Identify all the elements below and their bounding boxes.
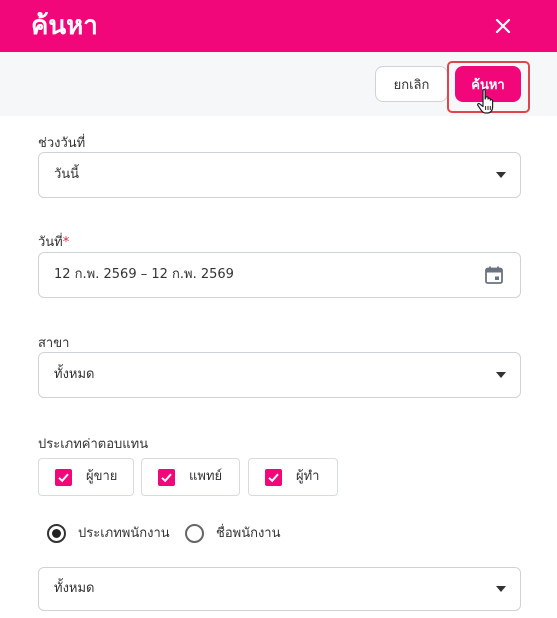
branch-label: สาขา bbox=[38, 336, 70, 351]
employee-select[interactable]: ทั้งหมด bbox=[38, 567, 521, 611]
chevron-down-icon bbox=[496, 172, 506, 178]
checkbox-label: ผู้ขาย bbox=[86, 469, 118, 484]
date-label: วันที่* bbox=[38, 231, 69, 252]
checkbox-checked[interactable] bbox=[55, 469, 72, 486]
checkbox-doctor[interactable]: แพทย์ bbox=[141, 458, 240, 496]
branch-value: ทั้งหมด bbox=[54, 367, 95, 382]
checkbox-checked[interactable] bbox=[158, 469, 175, 486]
action-toolbar: ยกเลิก ค้นหา bbox=[0, 52, 557, 116]
date-range-picker[interactable]: 12 ก.พ. 2569 – 12 ก.พ. 2569 bbox=[38, 252, 521, 298]
check-icon bbox=[268, 473, 279, 483]
check-icon bbox=[161, 473, 172, 483]
date-range-text: 12 ก.พ. 2569 – 12 ก.พ. 2569 bbox=[54, 267, 234, 282]
checkbox-performer[interactable]: ผู้ทำ bbox=[248, 458, 338, 496]
radio-unselected[interactable] bbox=[185, 524, 204, 543]
calendar-icon[interactable] bbox=[484, 265, 504, 285]
close-icon bbox=[495, 18, 511, 34]
dialog-header: ค้นหา bbox=[0, 0, 557, 52]
date-label-text: วันที่ bbox=[38, 235, 63, 250]
date-range-select[interactable]: วันนี้ bbox=[38, 152, 521, 198]
hand-pointer-icon bbox=[477, 89, 494, 114]
dialog-title: ค้นหา bbox=[31, 11, 98, 41]
radio-dot bbox=[52, 529, 61, 538]
chevron-down-icon bbox=[496, 372, 506, 378]
radio-employee-name[interactable]: ชื่อพนักงาน bbox=[185, 523, 285, 545]
check-icon bbox=[58, 473, 69, 483]
required-mark: * bbox=[62, 235, 70, 250]
chevron-down-icon bbox=[496, 586, 506, 592]
date-range-value: วันนี้ bbox=[54, 167, 80, 182]
checkbox-label: ผู้ทำ bbox=[296, 469, 320, 484]
radio-label: ประเภทพนักงาน bbox=[78, 526, 170, 541]
branch-select[interactable]: ทั้งหมด bbox=[38, 352, 521, 398]
close-button[interactable] bbox=[489, 12, 517, 40]
radio-label: ชื่อพนักงาน bbox=[216, 526, 281, 541]
checkbox-checked[interactable] bbox=[265, 469, 282, 486]
radio-employee-type[interactable]: ประเภทพนักงาน bbox=[47, 523, 177, 545]
date-range-label: ช่วงวันที่ bbox=[38, 136, 86, 151]
employee-value: ทั้งหมด bbox=[54, 581, 95, 596]
commission-type-label: ประเภทค่าตอบแทน bbox=[38, 437, 149, 452]
checkbox-label: แพทย์ bbox=[189, 469, 223, 484]
radio-selected[interactable] bbox=[47, 524, 66, 543]
checkbox-seller[interactable]: ผู้ขาย bbox=[38, 458, 134, 496]
cancel-button[interactable]: ยกเลิก bbox=[375, 66, 448, 102]
